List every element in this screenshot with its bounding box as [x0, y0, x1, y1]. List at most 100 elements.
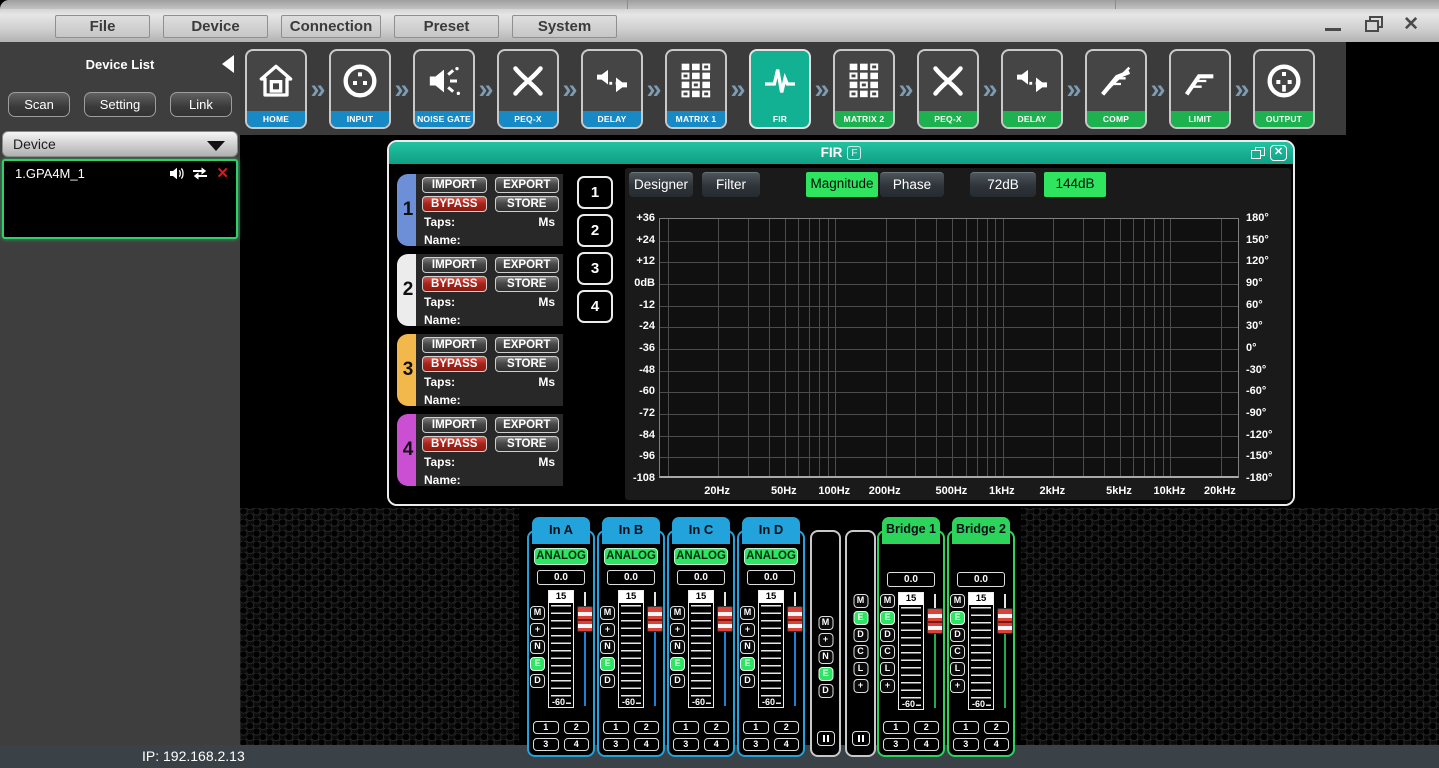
key-M[interactable]: M — [600, 606, 615, 620]
chain-tile-output[interactable]: OUTPUT — [1253, 49, 1315, 129]
speaker-icon[interactable] — [169, 166, 185, 181]
key-M[interactable]: M — [880, 594, 895, 608]
analog-button[interactable]: ANALOG — [604, 548, 658, 565]
fader[interactable] — [787, 592, 803, 706]
menu-connection[interactable]: Connection — [281, 15, 381, 38]
key-N[interactable]: N — [740, 640, 755, 654]
key-M[interactable]: M — [670, 606, 685, 620]
fader-handle[interactable] — [927, 608, 943, 634]
fader-toggle-icon[interactable] — [817, 731, 835, 746]
key-C[interactable]: C — [853, 645, 868, 659]
fader-handle[interactable] — [787, 606, 803, 632]
tab-144db[interactable]: 144dB — [1044, 172, 1106, 197]
key-+[interactable]: + — [600, 623, 615, 637]
chain-tile-peq-x[interactable]: PEQ-X — [497, 49, 559, 129]
fader-handle[interactable] — [647, 606, 663, 632]
route-1[interactable]: 1 — [673, 721, 699, 734]
key-M[interactable]: M — [950, 594, 965, 608]
restore-icon[interactable] — [1365, 19, 1379, 31]
route-2[interactable]: 2 — [774, 721, 800, 734]
import-button[interactable]: IMPORT — [422, 257, 487, 273]
fader[interactable] — [577, 592, 593, 706]
route-1[interactable]: 1 — [603, 721, 629, 734]
strip-header[interactable]: In C — [672, 517, 730, 544]
route-3[interactable]: 3 — [953, 738, 979, 751]
route-2[interactable]: 2 — [634, 721, 660, 734]
route-4[interactable]: 4 — [564, 738, 590, 751]
chain-tile-matrix-2[interactable]: MATRIX 2 — [833, 49, 895, 129]
chain-tile-delay[interactable]: DELAY — [1001, 49, 1063, 129]
fir-response-plot[interactable] — [659, 218, 1239, 478]
strip-header[interactable]: In B — [602, 517, 660, 544]
key-L[interactable]: L — [950, 662, 965, 676]
key-E[interactable]: E — [530, 657, 545, 671]
route-4[interactable]: 4 — [914, 738, 940, 751]
device-list-item[interactable]: 1.GPA4M_1 ✕ — [11, 166, 229, 181]
chain-tile-home[interactable]: HOME — [245, 49, 307, 129]
key-+[interactable]: + — [880, 679, 895, 693]
key-+[interactable]: + — [853, 679, 868, 693]
store-button[interactable]: STORE — [495, 436, 560, 452]
route-4[interactable]: 4 — [984, 738, 1010, 751]
export-button[interactable]: EXPORT — [495, 417, 560, 433]
collapse-arrow-icon[interactable] — [222, 55, 234, 73]
key-+[interactable]: + — [740, 623, 755, 637]
fir-panel-header[interactable]: FIRF ✕ — [389, 142, 1293, 164]
chain-tile-comp[interactable]: COMP — [1085, 49, 1147, 129]
chain-tile-peq-x[interactable]: PEQ-X — [917, 49, 979, 129]
store-button[interactable]: STORE — [495, 356, 560, 372]
fir-preset-1[interactable]: 1 — [577, 176, 613, 209]
key-E[interactable]: E — [818, 667, 833, 681]
route-4[interactable]: 4 — [774, 738, 800, 751]
strip-header[interactable]: In A — [532, 517, 590, 544]
chain-tile-noise-gate[interactable]: NOISE GATE — [413, 49, 475, 129]
menu-system[interactable]: System — [512, 15, 617, 38]
key-E[interactable]: E — [950, 611, 965, 625]
route-1[interactable]: 1 — [533, 721, 559, 734]
import-button[interactable]: IMPORT — [422, 417, 487, 433]
export-button[interactable]: EXPORT — [495, 257, 560, 273]
fir-preset-4[interactable]: 4 — [577, 290, 613, 323]
fader[interactable] — [717, 592, 733, 706]
route-4[interactable]: 4 — [634, 738, 660, 751]
key-E[interactable]: E — [853, 611, 868, 625]
minimize-icon[interactable] — [1325, 28, 1341, 31]
key-N[interactable]: N — [530, 640, 545, 654]
key-M[interactable]: M — [530, 606, 545, 620]
export-button[interactable]: EXPORT — [495, 177, 560, 193]
fir-preset-2[interactable]: 2 — [577, 214, 613, 247]
key-L[interactable]: L — [853, 662, 868, 676]
key-M[interactable]: M — [853, 594, 868, 608]
route-2[interactable]: 2 — [984, 721, 1010, 734]
fader-toggle-icon[interactable] — [852, 731, 870, 746]
loop-icon[interactable] — [191, 166, 209, 181]
route-2[interactable]: 2 — [704, 721, 730, 734]
key-+[interactable]: + — [670, 623, 685, 637]
route-3[interactable]: 3 — [743, 738, 769, 751]
route-2[interactable]: 2 — [564, 721, 590, 734]
menu-device[interactable]: Device — [163, 15, 268, 38]
key-D[interactable]: D — [950, 628, 965, 642]
route-3[interactable]: 3 — [603, 738, 629, 751]
store-button[interactable]: STORE — [495, 196, 560, 212]
bypass-button[interactable]: BYPASS — [422, 356, 487, 372]
analog-button[interactable]: ANALOG — [674, 548, 728, 565]
analog-button[interactable]: ANALOG — [534, 548, 588, 565]
key-D[interactable]: D — [600, 674, 615, 688]
key-E[interactable]: E — [670, 657, 685, 671]
fader-handle[interactable] — [577, 606, 593, 632]
key-D[interactable]: D — [880, 628, 895, 642]
store-button[interactable]: STORE — [495, 276, 560, 292]
route-3[interactable]: 3 — [533, 738, 559, 751]
key-M[interactable]: M — [740, 606, 755, 620]
import-button[interactable]: IMPORT — [422, 337, 487, 353]
analog-button[interactable]: ANALOG — [744, 548, 798, 565]
close-icon[interactable]: ✕ — [1403, 18, 1419, 32]
route-4[interactable]: 4 — [704, 738, 730, 751]
key-D[interactable]: D — [670, 674, 685, 688]
bypass-button[interactable]: BYPASS — [422, 436, 487, 452]
route-3[interactable]: 3 — [673, 738, 699, 751]
setting-button[interactable]: Setting — [84, 92, 156, 117]
key-N[interactable]: N — [670, 640, 685, 654]
tab-designer[interactable]: Designer — [629, 172, 693, 197]
